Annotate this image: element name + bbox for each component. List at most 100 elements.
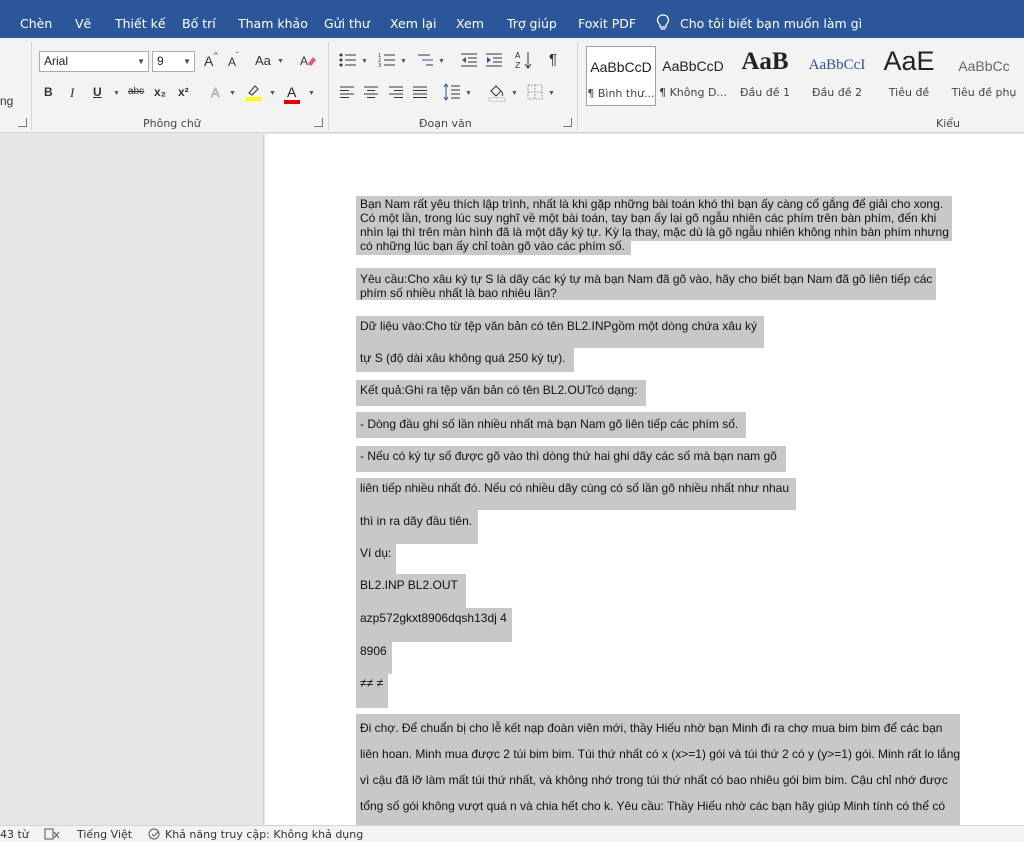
- style-normal[interactable]: AaBbCcD ¶ Bình thư...: [586, 46, 656, 106]
- paragraph-launcher-icon[interactable]: [563, 118, 572, 127]
- tab-references[interactable]: Tham khảo: [238, 16, 308, 31]
- status-bar: 43 từ Tiếng Việt Khả năng truy cập: Khôn…: [0, 825, 1024, 842]
- style-name: Đầu đề 1: [740, 86, 790, 99]
- chevron-down-icon: ▼: [113, 90, 120, 97]
- borders-icon[interactable]: [527, 84, 543, 100]
- paragraph-14: ≠≠ ≠: [360, 676, 384, 690]
- text-line: có những lúc bạn ấy chỉ toàn gõ vào các …: [360, 239, 625, 253]
- style-heading-2[interactable]: AaBbCcI Đầu đề 2: [802, 46, 872, 106]
- group-separator: [577, 42, 578, 130]
- style-heading-1[interactable]: AaB Đầu đề 1: [730, 46, 800, 106]
- sort-icon[interactable]: AZ: [515, 50, 533, 70]
- paragraph-12: azp572gkxt8906dqsh13dj 4: [360, 611, 507, 625]
- tab-insert[interactable]: Chèn: [20, 16, 52, 31]
- show-formatting-marks-icon[interactable]: ¶: [549, 51, 557, 68]
- chevron-down-icon: ▼: [438, 58, 445, 65]
- chevron-down-icon: ▼: [400, 58, 407, 65]
- style-subtitle[interactable]: AaBbCc Tiêu đề phụ: [946, 46, 1022, 106]
- accessibility-status[interactable]: Khả năng truy cập: Không khả dụng: [165, 828, 363, 841]
- clipboard-group-partial-label: ng: [0, 94, 14, 108]
- tab-design[interactable]: Thiết kế: [115, 16, 166, 31]
- change-case-button[interactable]: Aa: [255, 53, 271, 68]
- style-sample: AaBbCcD: [662, 58, 724, 74]
- svg-text:A: A: [211, 85, 220, 100]
- chevron-down-icon: ▼: [361, 58, 368, 65]
- language-indicator[interactable]: Tiếng Việt: [77, 828, 132, 841]
- text-effects-icon[interactable]: A: [209, 84, 225, 100]
- tab-review[interactable]: Xem lại: [390, 16, 436, 31]
- font-size-combo[interactable]: 9 ▼: [152, 51, 195, 72]
- clipboard-launcher-icon[interactable]: [18, 118, 27, 127]
- strikethrough-button[interactable]: abc: [128, 86, 144, 97]
- paragraph-13: 8906: [360, 644, 387, 658]
- style-no-spacing[interactable]: AaBbCcD ¶ Không D...: [658, 46, 728, 106]
- paragraph-18: tổng số gói không vượt quá n và chia hết…: [360, 799, 946, 813]
- font-launcher-icon[interactable]: [314, 118, 323, 127]
- align-center-icon[interactable]: [363, 85, 379, 99]
- subscript-button[interactable]: x₂: [154, 85, 166, 99]
- numbering-icon[interactable]: 1 2 3: [378, 52, 396, 68]
- style-name: Tiêu đề: [888, 86, 930, 99]
- font-name-combo[interactable]: Arial ▼: [39, 51, 149, 72]
- shrink-font-button[interactable]: A: [228, 55, 236, 69]
- paragraph-11: BL2.INP BL2.OUT: [360, 578, 458, 592]
- font-size-value: 9: [157, 54, 164, 68]
- font-color-button[interactable]: A: [287, 84, 296, 100]
- paragraph-7: - Nếu có ký tự số được gõ vào thì dòng t…: [360, 449, 777, 463]
- tab-foxit-pdf[interactable]: Foxit PDF: [578, 16, 636, 31]
- accessibility-icon[interactable]: [147, 828, 163, 841]
- superscript-button[interactable]: x²: [178, 85, 189, 99]
- chevron-down-icon: ▼: [137, 57, 145, 66]
- svg-text:A: A: [515, 51, 521, 60]
- grow-font-button[interactable]: A: [204, 53, 213, 69]
- text-line: nhìn lại thì trên màn hình đã là một dãy…: [360, 225, 949, 239]
- chevron-down-icon: ▼: [465, 90, 472, 97]
- tell-me-label: Cho tôi biết bạn muốn làm gì: [680, 15, 863, 31]
- bullets-icon[interactable]: [339, 52, 357, 68]
- navigation-pane-background: [0, 134, 264, 825]
- tab-view[interactable]: Xem: [456, 16, 484, 31]
- paragraph-5: Kết quả:Ghi ra tệp văn bản có tên BL2.OU…: [360, 383, 638, 397]
- tab-mailings[interactable]: Gửi thư: [324, 16, 370, 31]
- chevron-down-icon: ▼: [229, 90, 236, 97]
- group-separator: [31, 42, 32, 130]
- paragraph-17: vì cậu đã lỡ làm mất túi thứ nhất, và kh…: [360, 773, 948, 787]
- line-spacing-icon[interactable]: [443, 83, 461, 101]
- tab-draw[interactable]: Vẽ: [75, 16, 91, 31]
- tab-layout[interactable]: Bố trí: [182, 16, 216, 31]
- paragraph-2: Yêu cầu:Cho xâu ký tự S là dãy các ký tự…: [360, 272, 932, 300]
- proofing-icon[interactable]: [44, 828, 60, 841]
- document-page[interactable]: Bạn Nam rất yêu thích lập trình, nhất là…: [265, 134, 1024, 825]
- paragraph-16: liên hoan. Minh mua được 2 túi bim bim. …: [360, 747, 961, 761]
- align-left-icon[interactable]: [339, 85, 355, 99]
- word-count[interactable]: 43 từ: [0, 828, 29, 841]
- paragraph-4: tự S (độ dài xâu không quá 250 ký tự).: [360, 351, 566, 365]
- tell-me-box[interactable]: Cho tôi biết bạn muốn làm gì: [656, 14, 862, 32]
- paragraph-8: liên tiếp nhiều nhất đó. Nếu có nhiều dã…: [360, 481, 790, 495]
- style-name: Đầu đề 2: [812, 86, 862, 99]
- paragraph-9: thì in ra dãy đầu tiên.: [360, 514, 473, 528]
- paragraph-6: - Dòng đầu ghi số lần nhiều nhất mà bạn …: [360, 417, 739, 431]
- group-label-paragraph: Đoạn văn: [419, 117, 472, 130]
- chevron-down-icon: ▼: [511, 90, 518, 97]
- multilevel-list-icon[interactable]: [416, 52, 434, 68]
- tab-help[interactable]: Trợ giúp: [507, 16, 557, 31]
- underline-button[interactable]: U: [93, 85, 102, 99]
- decrease-indent-icon[interactable]: [460, 52, 478, 68]
- style-title[interactable]: AaE Tiêu đề: [874, 46, 944, 106]
- grow-caret-icon: ^: [214, 51, 218, 60]
- align-right-icon[interactable]: [388, 85, 404, 99]
- style-sample: AaBbCcD: [590, 59, 652, 75]
- highlight-color-icon[interactable]: [244, 82, 264, 102]
- paragraph-10: Ví dụ:: [360, 546, 392, 560]
- group-label-font: Phông chữ: [143, 117, 201, 130]
- font-color-swatch: [284, 100, 300, 104]
- justify-icon[interactable]: [412, 85, 428, 99]
- increase-indent-icon[interactable]: [485, 52, 503, 68]
- text-line: phím số nhiều nhất là bao nhiêu lần?: [360, 286, 557, 300]
- chevron-down-icon: ▼: [308, 90, 315, 97]
- bold-button[interactable]: B: [44, 85, 53, 99]
- clear-formatting-icon[interactable]: A: [299, 52, 317, 70]
- shading-icon[interactable]: [487, 82, 507, 102]
- italic-button[interactable]: I: [70, 85, 74, 101]
